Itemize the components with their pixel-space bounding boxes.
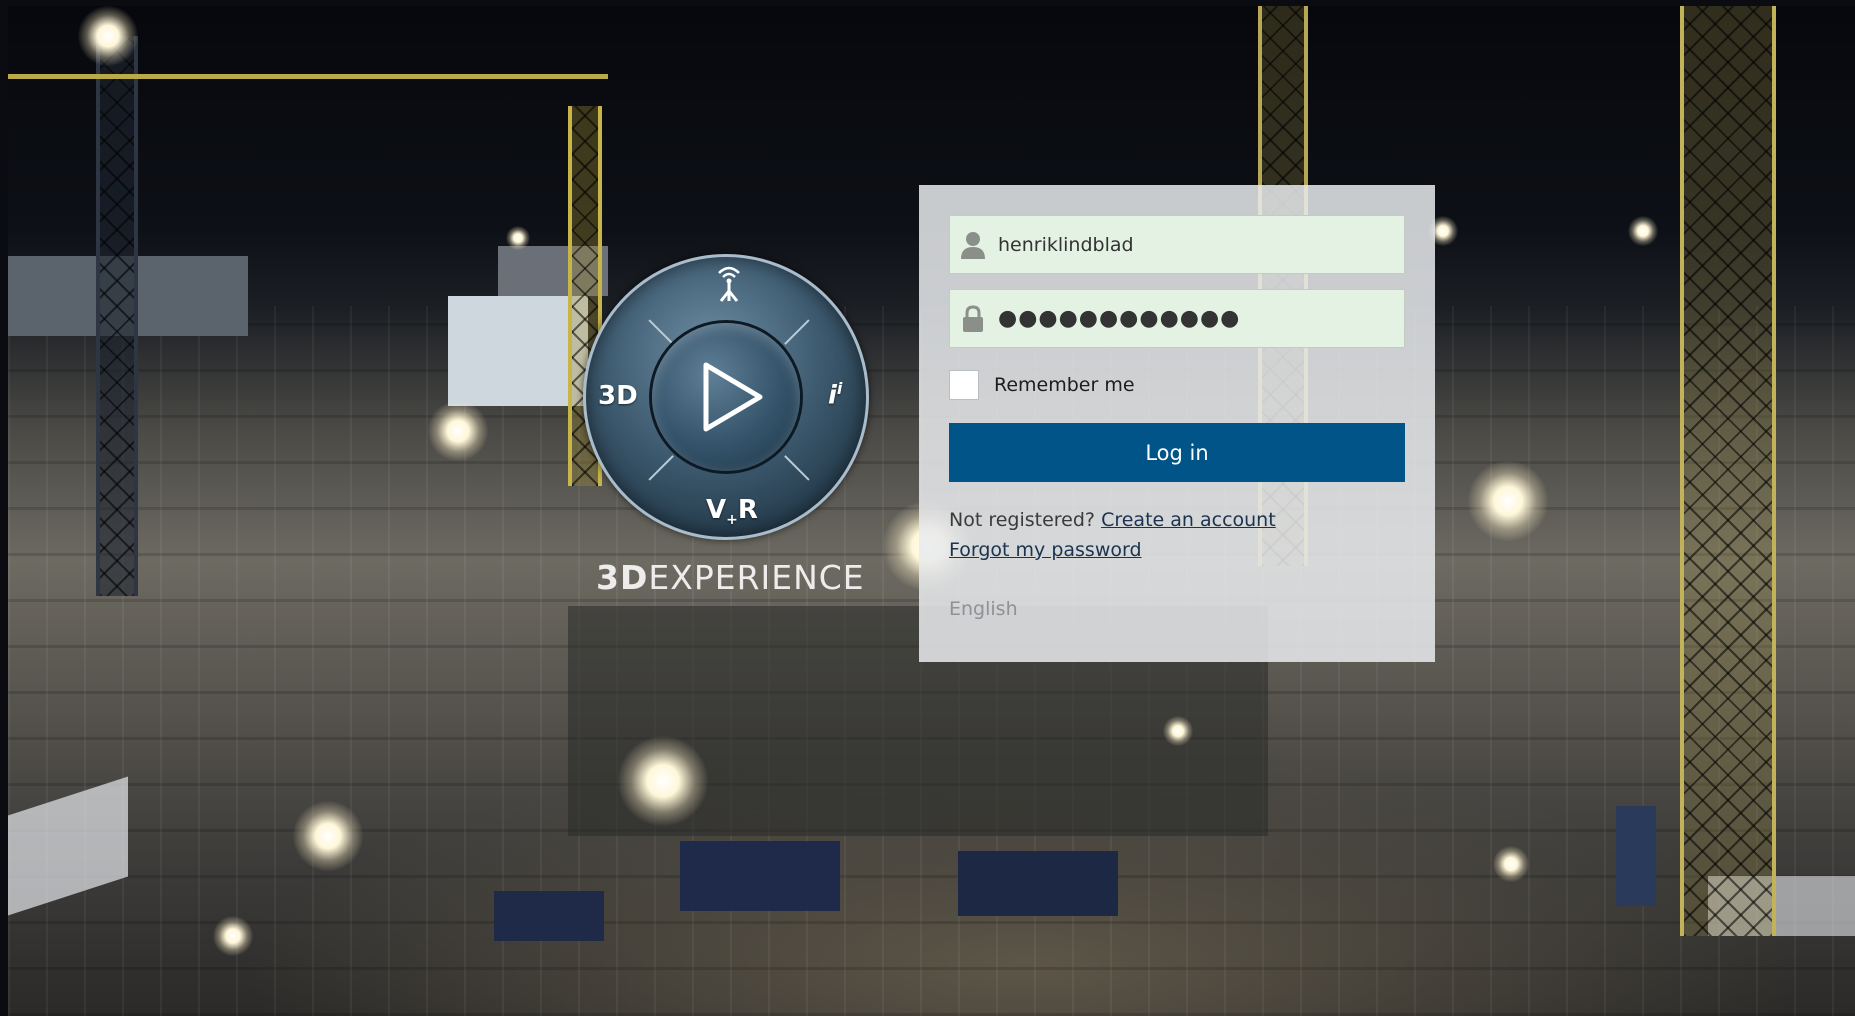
- play-icon: [703, 362, 763, 432]
- floodlight: [293, 801, 363, 871]
- antenna-icon: [718, 266, 740, 302]
- floodlight: [78, 6, 138, 66]
- compass-3d-label: 3D: [598, 381, 638, 411]
- floodlight: [1468, 461, 1548, 541]
- language-selector[interactable]: English: [949, 598, 1018, 620]
- floodlight: [213, 916, 253, 956]
- compass-logo[interactable]: 3D ii V+R: [583, 254, 869, 540]
- compass-divider: [784, 319, 810, 345]
- remember-me[interactable]: Remember me: [949, 370, 1135, 400]
- crane-mast: [1680, 6, 1776, 936]
- container: [494, 891, 604, 941]
- crane-jib: [8, 74, 608, 79]
- user-icon: [961, 231, 985, 259]
- building: [448, 296, 588, 406]
- account-links: Not registered? Create an account Forgot…: [949, 505, 1276, 565]
- not-registered-text: Not registered?: [949, 509, 1096, 531]
- compass-divider: [648, 455, 674, 481]
- crane-mast: [96, 36, 138, 596]
- remember-me-label: Remember me: [994, 374, 1135, 396]
- compass-vr-label: V+R: [706, 495, 758, 529]
- floodlight: [1493, 846, 1529, 882]
- forgot-password-link[interactable]: Forgot my password: [949, 539, 1142, 561]
- floodlight: [1628, 216, 1658, 246]
- container: [958, 851, 1118, 916]
- container: [680, 841, 840, 911]
- login-button[interactable]: Log in: [949, 423, 1405, 482]
- floodlight: [618, 736, 708, 826]
- compass-center[interactable]: [652, 323, 800, 471]
- compass-divider: [784, 455, 810, 481]
- login-panel: Remember me Log in Not registered? Creat…: [919, 185, 1435, 662]
- floodlight: [506, 226, 530, 250]
- lock-icon: [963, 304, 983, 332]
- compass-ii-label: ii: [828, 379, 843, 411]
- password-input[interactable]: [998, 306, 1404, 331]
- floodlight: [428, 401, 488, 461]
- floodlight: [1163, 716, 1193, 746]
- create-account-link[interactable]: Create an account: [1101, 509, 1276, 531]
- compass-divider: [648, 319, 674, 345]
- brand-wordmark: 3DEXPERIENCE: [596, 558, 865, 597]
- username-field[interactable]: [949, 215, 1405, 274]
- username-input[interactable]: [998, 233, 1404, 256]
- container: [1616, 806, 1656, 906]
- password-field[interactable]: [949, 289, 1405, 348]
- remember-me-checkbox[interactable]: [949, 370, 979, 400]
